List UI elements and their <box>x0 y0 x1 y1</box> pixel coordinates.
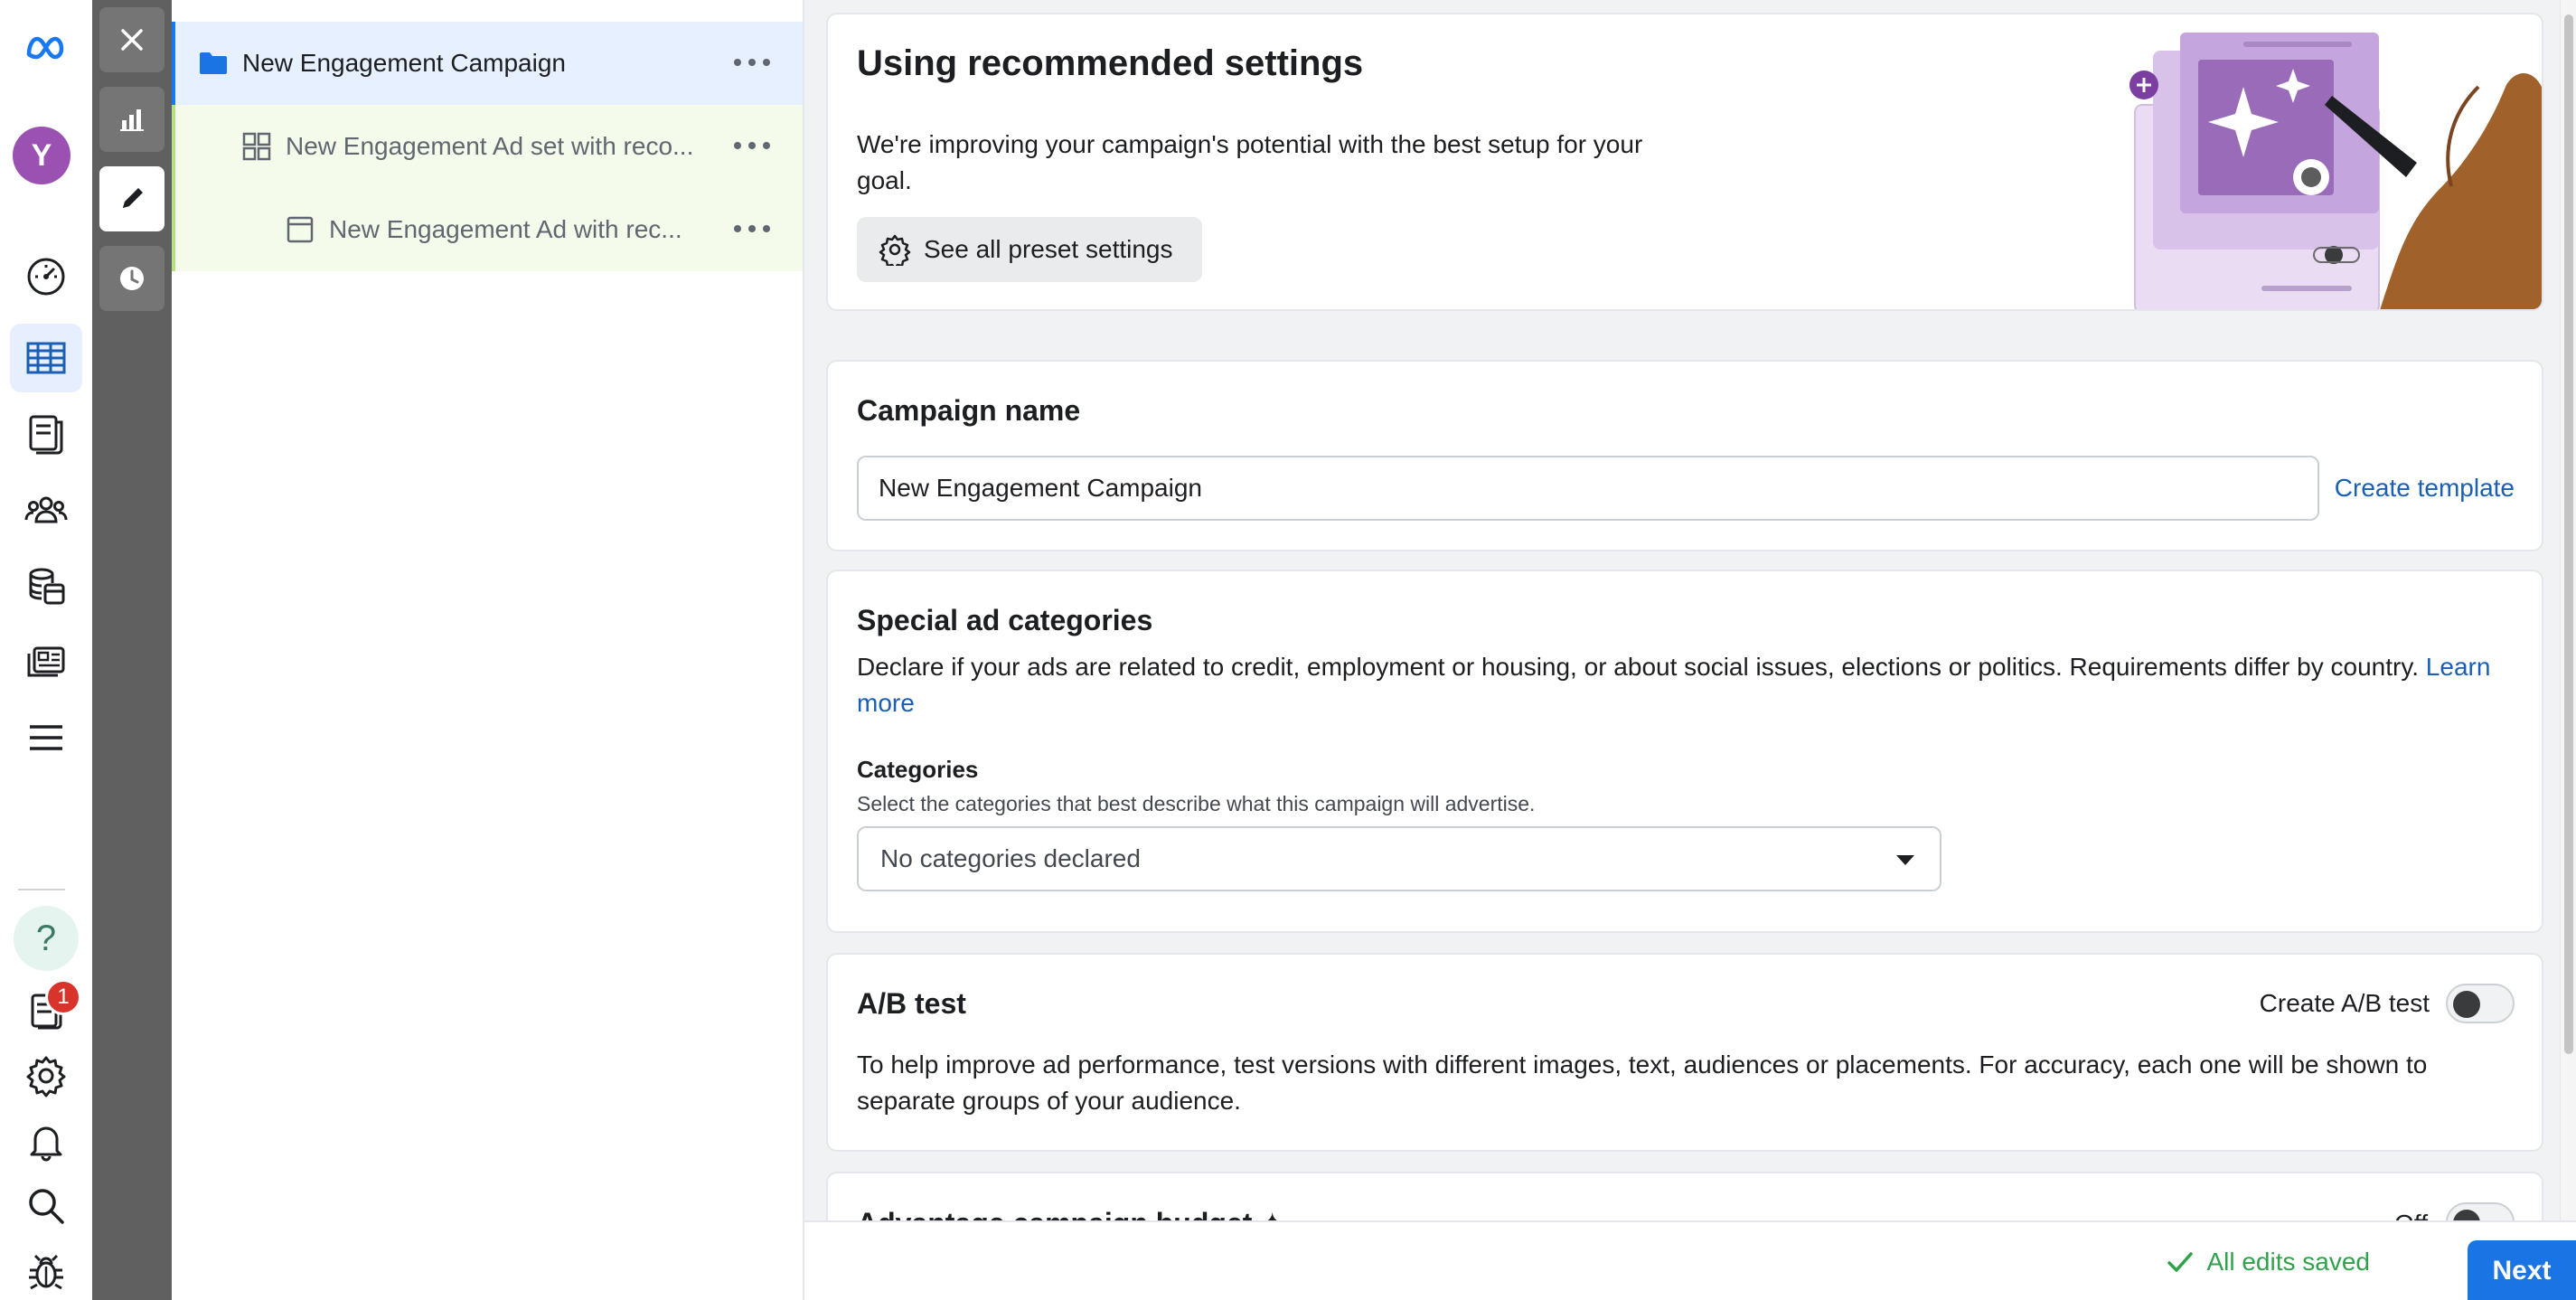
rail-divider <box>18 889 65 890</box>
billing-icon[interactable] <box>10 551 82 620</box>
categories-help-text: Select the categories that best describe… <box>857 792 1536 815</box>
special-ad-categories-card: Special ad categories Declare if your ad… <box>826 570 2543 933</box>
clock-icon[interactable] <box>99 246 165 311</box>
advantage-budget-title: Advantage campaign budget ✦ <box>857 1206 1284 1220</box>
notification-badge: 1 <box>45 979 81 1015</box>
editor-scrollbar[interactable] <box>2560 0 2576 1220</box>
tree-label-ad: New Engagement Ad with rec... <box>329 215 682 243</box>
global-nav-rail: Y ? 1 <box>0 0 92 1300</box>
ad-library-icon[interactable] <box>10 400 82 468</box>
all-tools-menu-icon[interactable] <box>10 703 82 772</box>
ab-test-title: A/B test <box>857 987 966 1020</box>
see-preset-settings-label: See all preset settings <box>924 235 1173 263</box>
create-ab-test-toggle[interactable] <box>2446 984 2515 1023</box>
ad-icon <box>284 213 316 246</box>
help-icon[interactable]: ? <box>14 906 79 971</box>
categories-label: Categories <box>857 756 979 783</box>
gear-icon <box>879 234 911 266</box>
folder-icon <box>197 47 230 80</box>
special-description-text: Declare if your ads are related to credi… <box>857 653 2420 681</box>
save-status: All edits saved <box>2165 1222 2370 1300</box>
tree-label-campaign: New Engagement Campaign <box>242 49 566 77</box>
tree-item-campaign[interactable]: New Engagement Campaign <box>172 22 803 105</box>
campaign-tree-panel: New Engagement Campaign New Engagement A… <box>172 0 804 1300</box>
campaign-editor: Using recommended settings We're improvi… <box>804 0 2576 1220</box>
campaigns-table-icon[interactable] <box>10 324 82 392</box>
grid-icon <box>240 130 273 163</box>
audiences-icon[interactable] <box>10 476 82 544</box>
alerts-bell-icon[interactable] <box>10 1107 82 1175</box>
meta-logo-icon[interactable] <box>10 13 82 81</box>
advantage-budget-card: Advantage campaign budget ✦ Off <box>826 1172 2543 1220</box>
scrollbar-thumb[interactable] <box>2564 14 2573 1054</box>
more-options-icon[interactable] <box>734 49 770 76</box>
special-ad-categories-title: Special ad categories <box>857 604 1153 636</box>
recommended-settings-description: We're improving your campaign's potentia… <box>857 130 1643 194</box>
create-ab-test-label: Create A/B test <box>2259 989 2430 1017</box>
campaign-name-title: Campaign name <box>857 394 1081 427</box>
recommended-settings-card: Using recommended settings We're improvi… <box>826 13 2543 311</box>
search-icon[interactable] <box>10 1172 82 1240</box>
tree-item-ad[interactable]: New Engagement Ad with rec... <box>172 188 803 271</box>
bar-chart-icon[interactable] <box>99 87 165 152</box>
recommended-settings-title: Using recommended settings <box>857 43 1364 83</box>
help-glyph: ? <box>35 918 57 958</box>
advantage-budget-state: Off <box>2394 1210 2428 1220</box>
editor-footer: All edits saved Next <box>804 1220 2576 1300</box>
create-template-link[interactable]: Create template <box>2335 474 2515 503</box>
settings-icon[interactable] <box>10 1041 82 1110</box>
account-overview-icon[interactable] <box>10 242 82 311</box>
tree-label-adset: New Engagement Ad set with reco... <box>286 132 694 160</box>
close-icon[interactable] <box>99 7 165 72</box>
campaign-name-input[interactable] <box>857 456 2319 521</box>
save-status-text: All edits saved <box>2206 1248 2370 1276</box>
categories-selected-value: No categories declared <box>880 844 1141 872</box>
categories-dropdown[interactable]: No categories declared <box>857 826 1941 891</box>
more-options-icon[interactable] <box>734 132 770 159</box>
advantage-budget-toggle[interactable] <box>2446 1202 2515 1220</box>
see-preset-settings-button[interactable]: See all preset settings <box>857 217 1202 282</box>
bug-report-icon[interactable] <box>10 1237 82 1300</box>
editor-tool-strip <box>92 0 172 1300</box>
more-options-icon[interactable] <box>734 215 770 242</box>
caret-down-icon <box>1896 855 1914 865</box>
campaign-name-card: Campaign name Create template <box>826 360 2543 551</box>
account-avatar[interactable]: Y <box>13 127 71 184</box>
tree-item-adset[interactable]: New Engagement Ad set with reco... <box>172 105 803 188</box>
settings-illustration <box>2108 14 2542 309</box>
ab-test-card: A/B test Create A/B test To help improve… <box>826 953 2543 1152</box>
toggle-knob <box>2453 1210 2480 1220</box>
special-ad-categories-description: Declare if your ads are related to credi… <box>857 649 2520 721</box>
toggle-knob <box>2453 991 2480 1018</box>
ab-test-description: To help improve ad performance, test ver… <box>857 1050 2428 1115</box>
checkmark-icon <box>2167 1252 2194 1272</box>
pencil-icon[interactable] <box>99 166 165 231</box>
ads-reporting-icon[interactable] <box>10 627 82 696</box>
next-button[interactable]: Next <box>2468 1240 2576 1300</box>
